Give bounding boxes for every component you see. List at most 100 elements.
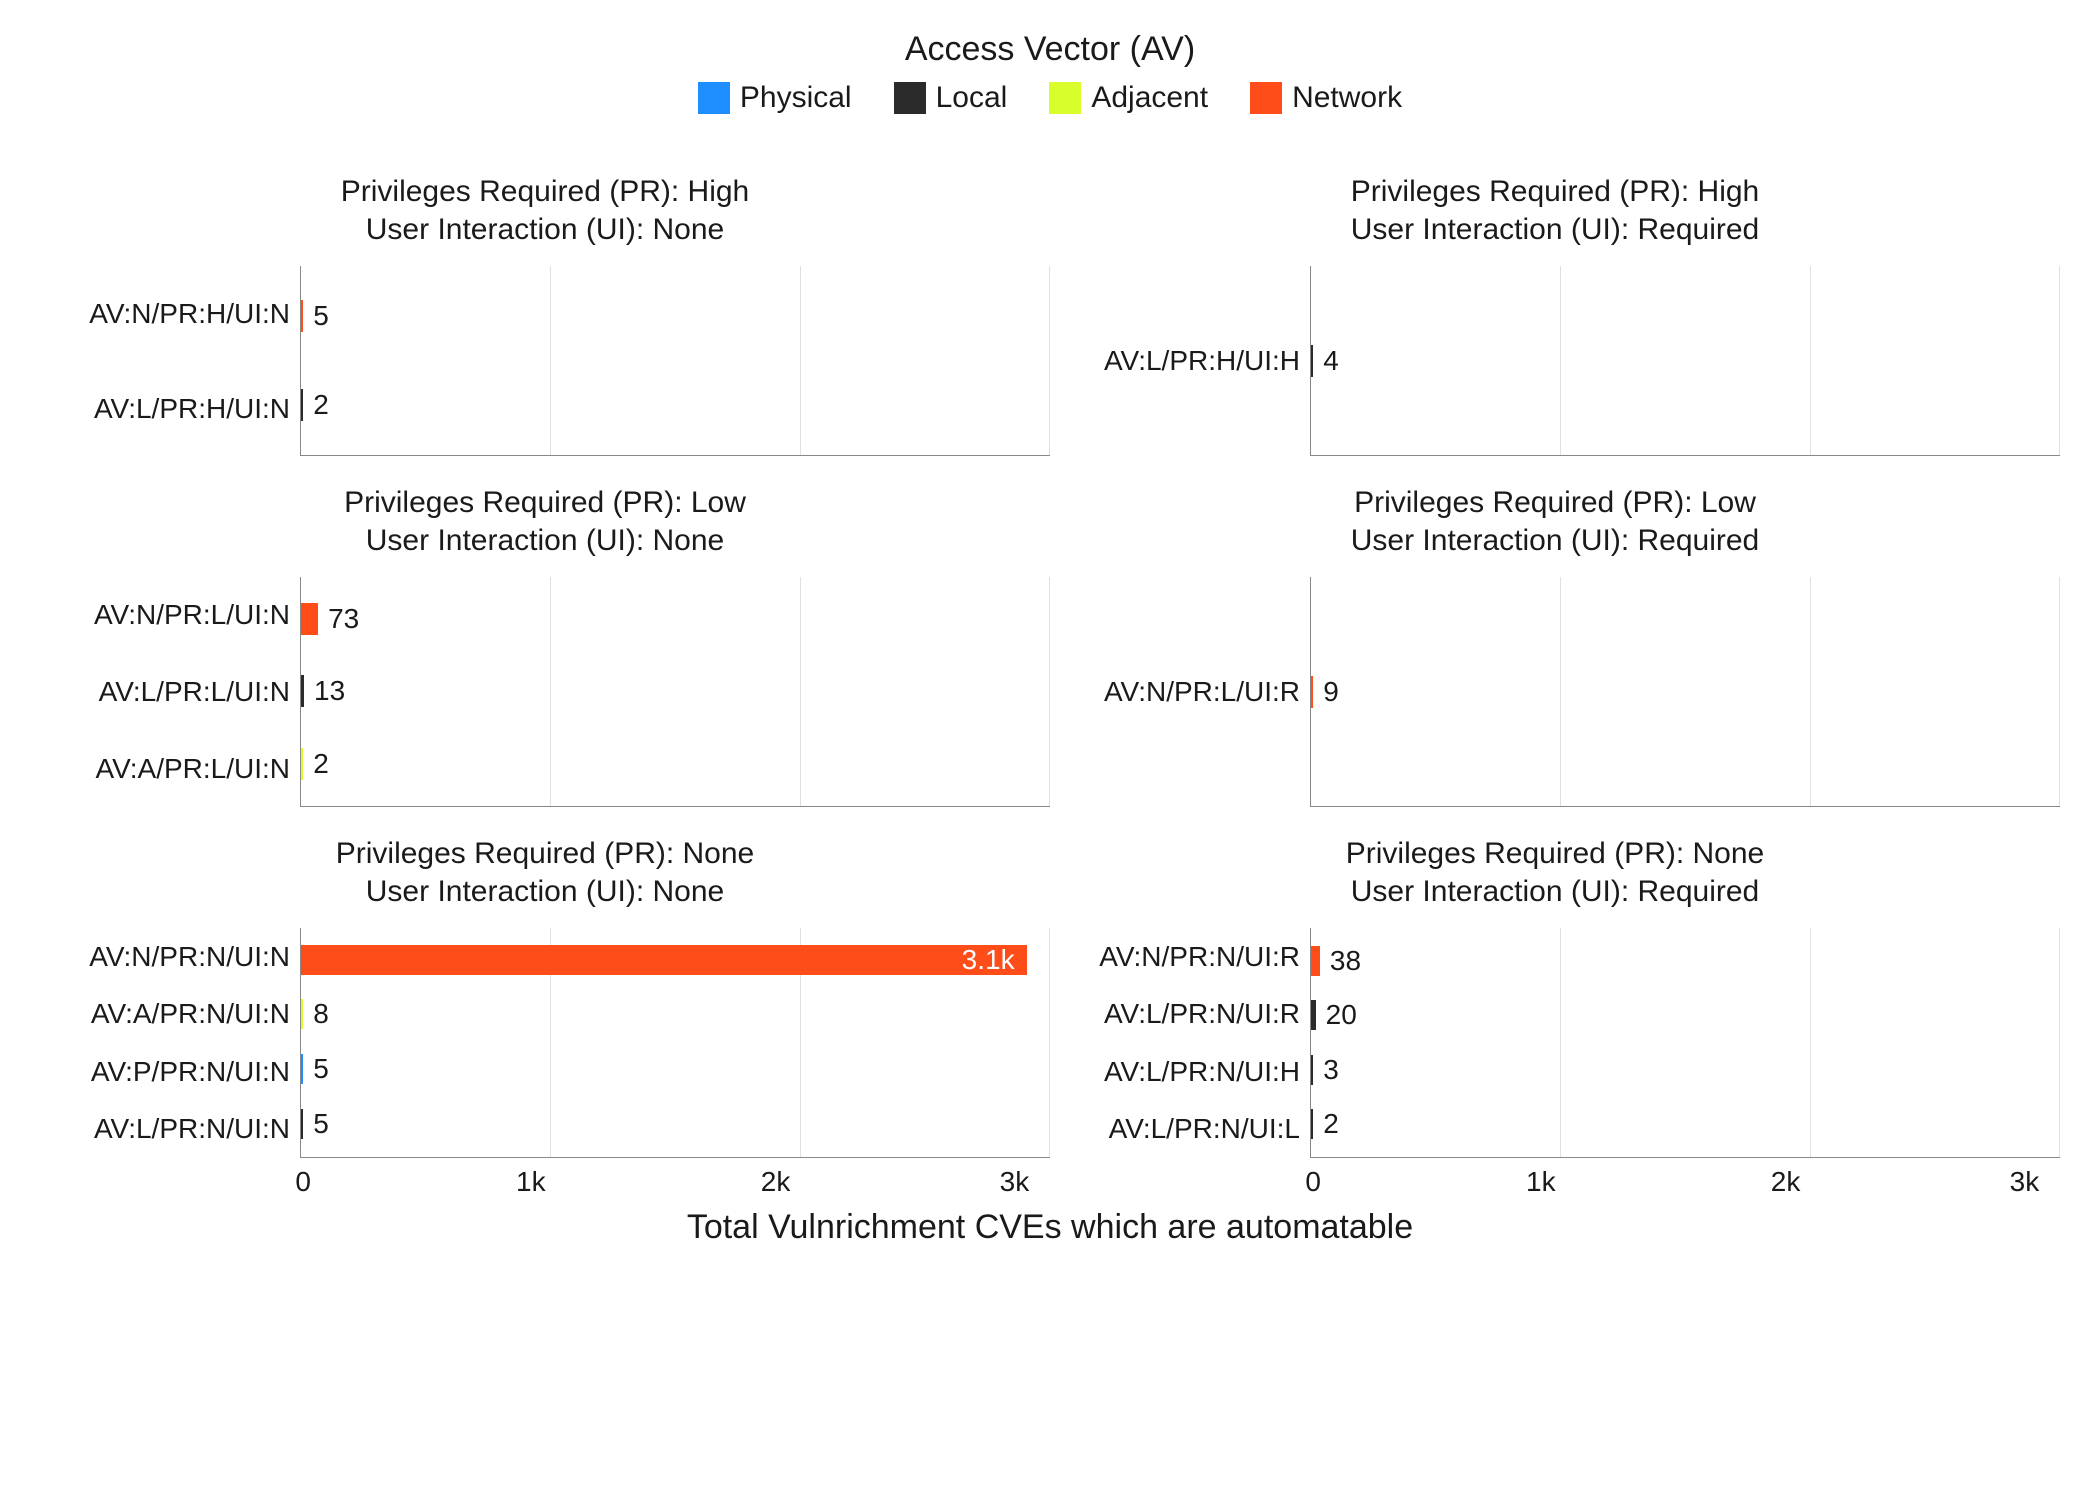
bar xyxy=(301,603,318,635)
bar-row: 3.1k xyxy=(301,945,1050,975)
bar-value-label: 4 xyxy=(1323,345,1339,377)
bar-value-label: 8 xyxy=(313,998,329,1030)
facet-panel: Privileges Required (PR): LowUser Intera… xyxy=(1050,456,2060,807)
y-tick-label: AV:L/PR:N/UI:N xyxy=(40,1115,290,1143)
legend-items: Physical Local Adjacent Network xyxy=(40,81,2060,115)
bar xyxy=(1311,676,1313,708)
legend: Access Vector (AV) Physical Local Adjacent… xyxy=(40,30,2060,115)
bar xyxy=(1311,1055,1313,1085)
plot-area: 73 13 2 xyxy=(300,577,1050,807)
bar xyxy=(301,999,303,1029)
legend-swatch xyxy=(698,82,730,114)
bar-row: 4 xyxy=(1311,345,2060,377)
facet-title: Privileges Required (PR): LowUser Intera… xyxy=(40,484,1050,559)
x-tick-label: 0 xyxy=(295,1166,311,1198)
legend-item: Physical xyxy=(698,81,852,115)
y-tick-label: AV:L/PR:N/UI:R xyxy=(1050,1000,1300,1028)
bar-row: 20 xyxy=(1311,999,2060,1031)
bar-value-label: 3.1k xyxy=(962,944,1027,976)
plot-area: 38 20 3 2 xyxy=(1310,928,2060,1158)
x-tick-label: 3k xyxy=(2010,1166,2040,1198)
x-tick-label: 3k xyxy=(1000,1166,1030,1198)
bar-row: 73 xyxy=(301,603,1050,635)
bar-value-label: 2 xyxy=(313,389,329,421)
plot-area: 9 xyxy=(1310,577,2060,807)
y-tick-label: AV:N/PR:N/UI:R xyxy=(1050,943,1300,971)
bar-value-label: 5 xyxy=(313,1053,329,1085)
bar-row: 9 xyxy=(1311,676,2060,708)
facet-title: Privileges Required (PR): HighUser Inter… xyxy=(1050,173,2060,248)
legend-item-label: Physical xyxy=(740,81,852,115)
bar xyxy=(301,389,303,421)
y-axis-labels: AV:N/PR:L/UI:N AV:L/PR:L/UI:N AV:A/PR:L/UI… xyxy=(40,577,300,807)
y-tick-label: AV:A/PR:N/UI:N xyxy=(40,1000,290,1028)
bar-value-label: 3 xyxy=(1323,1054,1339,1086)
legend-swatch xyxy=(1250,82,1282,114)
bar-value-label: 20 xyxy=(1326,999,1357,1031)
bar xyxy=(301,1054,303,1084)
bar xyxy=(301,300,303,332)
y-tick-label: AV:L/PR:L/UI:N xyxy=(40,678,290,706)
y-tick-label: AV:P/PR:N/UI:N xyxy=(40,1058,290,1086)
y-tick-label: AV:N/PR:H/UI:N xyxy=(40,300,290,328)
legend-item-label: Local xyxy=(936,81,1008,115)
y-tick-label: AV:L/PR:H/UI:N xyxy=(40,395,290,423)
bar-row: 2 xyxy=(301,389,1050,421)
bar-row: 5 xyxy=(301,300,1050,332)
bar-value-label: 38 xyxy=(1330,945,1361,977)
bar-value-label: 5 xyxy=(313,1108,329,1140)
bar-row: 13 xyxy=(301,675,1050,707)
legend-item-label: Adjacent xyxy=(1091,81,1208,115)
bar-row: 2 xyxy=(1311,1108,2060,1140)
x-axis-ticks: 01k2k3k xyxy=(1310,1158,2060,1198)
plot-area: 52 xyxy=(300,266,1050,456)
x-tick-label: 2k xyxy=(1771,1166,1801,1198)
facet-title: Privileges Required (PR): NoneUser Inter… xyxy=(1050,835,2060,910)
facet-panel: Privileges Required (PR): NoneUser Inter… xyxy=(1050,807,2060,1198)
y-tick-label: AV:L/PR:N/UI:L xyxy=(1050,1115,1300,1143)
legend-item: Network xyxy=(1250,81,1402,115)
bar xyxy=(1311,946,1320,976)
bar-value-label: 2 xyxy=(1323,1108,1339,1140)
y-tick-label: AV:A/PR:L/UI:N xyxy=(40,755,290,783)
legend-swatch xyxy=(1049,82,1081,114)
y-tick-label: AV:N/PR:N/UI:N xyxy=(40,943,290,971)
legend-item-label: Network xyxy=(1292,81,1402,115)
bar-row: 5 xyxy=(301,1053,1050,1085)
facet-title: Privileges Required (PR): LowUser Intera… xyxy=(1050,484,2060,559)
bar-row: 3 xyxy=(1311,1054,2060,1086)
y-axis-labels: AV:N/PR:L/UI:R xyxy=(1050,577,1310,807)
y-tick-label: AV:N/PR:L/UI:R xyxy=(1050,678,1300,706)
legend-title: Access Vector (AV) xyxy=(40,30,2060,69)
facet-grid: Privileges Required (PR): HighUser Inter… xyxy=(40,145,2060,1198)
bar-row: 5 xyxy=(301,1108,1050,1140)
legend-item: Adjacent xyxy=(1049,81,1208,115)
facet-panel: Privileges Required (PR): HighUser Inter… xyxy=(1050,145,2060,456)
bar-value-label: 73 xyxy=(328,603,359,635)
x-axis-label: Total Vulnrichment CVEs which are automa… xyxy=(40,1208,2060,1247)
bar-value-label: 13 xyxy=(314,675,345,707)
x-tick-label: 2k xyxy=(761,1166,791,1198)
y-tick-label: AV:L/PR:N/UI:H xyxy=(1050,1058,1300,1086)
bar xyxy=(301,675,304,707)
bar-row: 8 xyxy=(301,998,1050,1030)
bar-value-label: 2 xyxy=(313,748,329,780)
legend-swatch xyxy=(894,82,926,114)
bar xyxy=(301,748,303,780)
bar xyxy=(1311,345,1313,377)
facet-title: Privileges Required (PR): NoneUser Inter… xyxy=(40,835,1050,910)
x-tick-label: 1k xyxy=(516,1166,546,1198)
legend-item: Local xyxy=(894,81,1008,115)
bar-row: 38 xyxy=(1311,945,2060,977)
plot-area: 4 xyxy=(1310,266,2060,456)
x-axis-ticks: 01k2k3k xyxy=(300,1158,1050,1198)
y-tick-label: AV:N/PR:L/UI:N xyxy=(40,601,290,629)
x-tick-label: 1k xyxy=(1526,1166,1556,1198)
bar-row: 2 xyxy=(301,748,1050,780)
bar xyxy=(1311,1109,1313,1139)
y-tick-label: AV:L/PR:H/UI:H xyxy=(1050,347,1300,375)
facet-panel: Privileges Required (PR): LowUser Intera… xyxy=(40,456,1050,807)
y-axis-labels: AV:N/PR:N/UI:N AV:A/PR:N/UI:N AV:P/PR:N/UI… xyxy=(40,928,300,1158)
bar xyxy=(301,1109,303,1139)
bar-value-label: 5 xyxy=(313,300,329,332)
